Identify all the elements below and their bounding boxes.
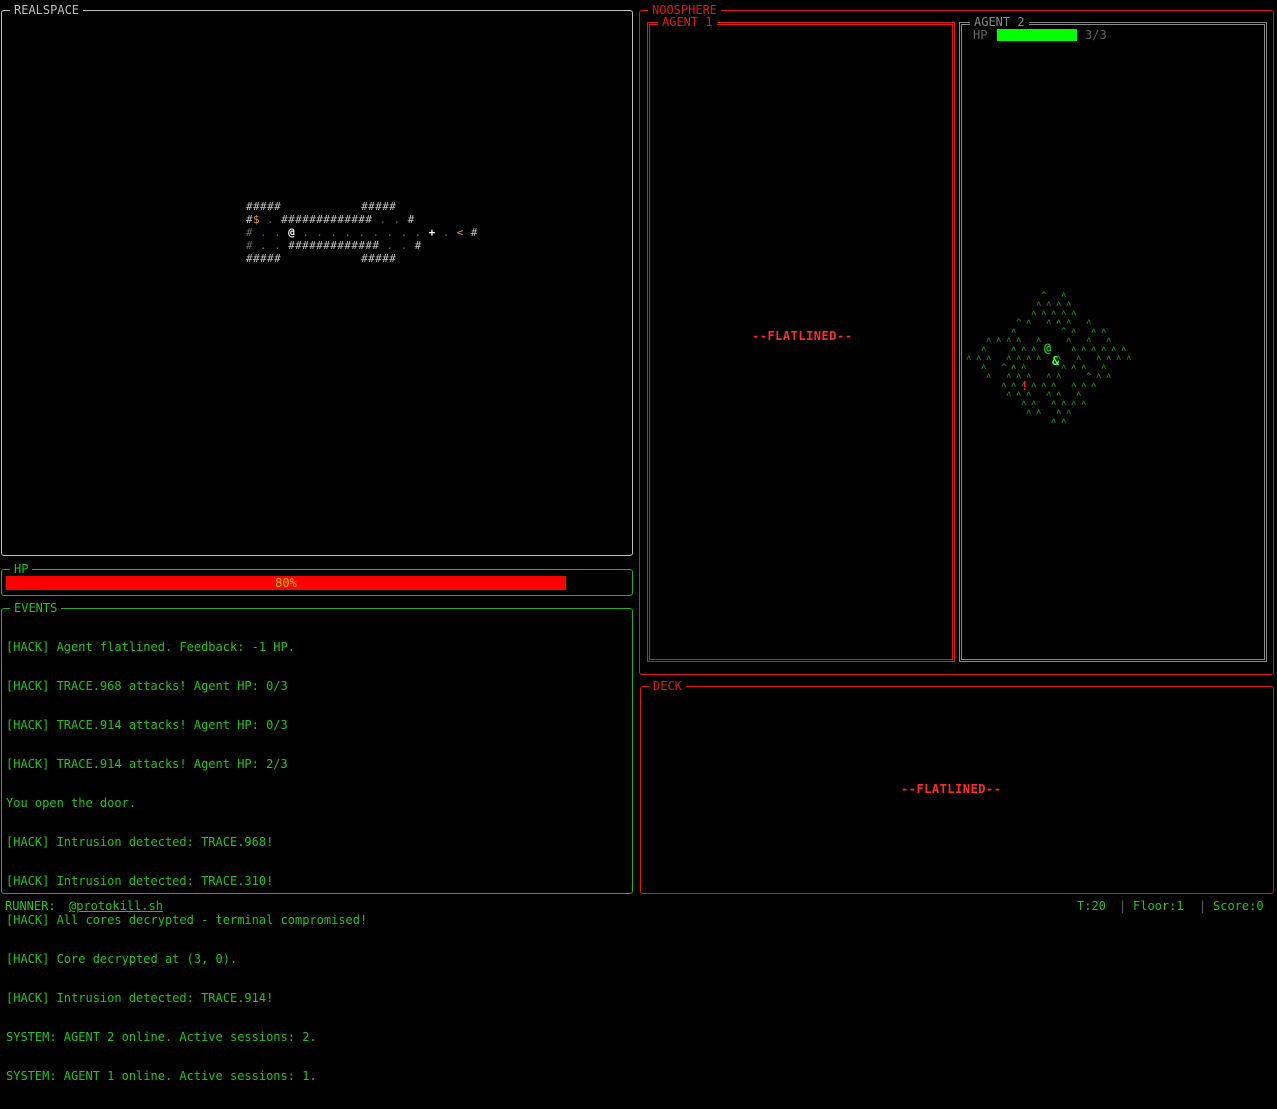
noosphere-node: ˄ <box>1081 381 1087 391</box>
deck-flatlined: --FLATLINED-- <box>901 782 1002 796</box>
noosphere-node: ˄ <box>966 354 972 364</box>
log-line: [HACK] Intrusion detected: TRACE.968! <box>6 835 274 849</box>
separator: | <box>1119 899 1127 913</box>
hp-percent: 80% <box>275 576 297 590</box>
log-line: [HACK] Intrusion detected: TRACE.914! <box>6 991 274 1005</box>
map-row-5: ##### ##### <box>246 252 397 265</box>
hp-panel: HP 80% <box>1 562 633 596</box>
noosphere-node: ˄ <box>1026 318 1032 328</box>
log-line: [HACK] All cores decrypted - terminal co… <box>6 913 368 927</box>
agent2-avatar: @ <box>1044 341 1052 355</box>
noosphere-node: ˄ <box>1061 417 1067 427</box>
noosphere-node: ˄ <box>1031 381 1037 391</box>
noosphere-node: ˄ <box>1061 363 1067 373</box>
log-line: SYSTEM: AGENT 1 online. Active sessions:… <box>6 1069 317 1083</box>
noosphere-panel: NOOSPHERE AGENT 1 --FLATLINED-- AGENT 2 … <box>639 3 1274 675</box>
hp-bar: 80% <box>6 576 566 590</box>
noosphere-node: ˄ <box>1081 345 1087 355</box>
noosphere-node: ˄ <box>1056 372 1062 382</box>
noosphere-node: ˄ <box>1006 390 1012 400</box>
gold-item[interactable]: $ <box>253 213 260 226</box>
floor-counter: Floor:1 <box>1133 899 1184 913</box>
agent2-noosphere-field: ^ ˄ ˄ ˄ ˄ ˄ ˄ ˄ ˄ ˄ ˄ ^ ˄ ˄ ˄ ˄ ˄ ˄ ^ ˄ ˄ ˄ ˄ ˄ ˄ ˄ ˄ ˄ ˄ ˄ ˄ ˄ ˄ ˄ ˄ ˄ ˄ ˄ ˄ ˄… <box>962 25 1264 659</box>
noosphere-node: ˄ <box>1116 354 1122 364</box>
noosphere-node: ˄ <box>996 336 1002 346</box>
event-log: [HACK] Agent flatlined. Feedback: -1 HP.… <box>6 615 367 1109</box>
noosphere-node: ˄ <box>1051 417 1057 427</box>
score-counter: Score:0 <box>1213 899 1264 913</box>
noosphere-node: ˄ <box>1066 408 1072 418</box>
noosphere-node: ˄ <box>1071 399 1077 409</box>
agent1-flatlined: --FLATLINED-- <box>752 329 853 343</box>
log-line: [HACK] TRACE.914 attacks! Agent HP: 0/3 <box>6 718 288 732</box>
noosphere-node: ˄ <box>986 354 992 364</box>
map-row-4: # . . ############# . . # <box>246 239 422 252</box>
log-line: [HACK] Agent flatlined. Feedback: -1 HP. <box>6 640 295 654</box>
noosphere-node: ˄ <box>1071 363 1077 373</box>
log-line: [HACK] TRACE.968 attacks! Agent HP: 0/3 <box>6 679 288 693</box>
noosphere-node: ˄ <box>1046 318 1052 328</box>
log-line: [HACK] TRACE.914 attacks! Agent HP: 2/3 <box>6 757 288 771</box>
events-panel: EVENTS [HACK] Agent flatlined. Feedback:… <box>1 601 633 1083</box>
runner-label: RUNNER: <box>5 899 56 913</box>
noosphere-node: ^ <box>1016 318 1022 328</box>
noosphere-node: ˄ <box>1106 372 1112 382</box>
noosphere-node: ˄ <box>1081 399 1087 409</box>
noosphere-node: ˄ <box>1036 354 1042 364</box>
status-bar: RUNNER: @protokill.sh T:20 | Floor:1 | S… <box>0 899 1277 914</box>
door[interactable]: + <box>429 226 436 239</box>
agent2-companion: & <box>1052 354 1060 368</box>
noosphere-node: ˄ <box>1026 354 1032 364</box>
log-line: [HACK] Core decrypted at (3, 0). <box>6 952 238 966</box>
turn-counter: T:20 <box>1077 899 1106 913</box>
events-title: EVENTS <box>10 601 62 615</box>
hp-title: HP <box>10 562 33 576</box>
noosphere-node: ˄ <box>1031 309 1037 319</box>
stairs-up[interactable]: < <box>457 226 464 239</box>
noosphere-node: ˄ <box>986 336 992 346</box>
agent2-panel[interactable]: AGENT 2 HP 3/3 ^ ˄ ˄ ˄ ˄ ˄ ˄ ˄ ˄ ˄ ˄ ^ ˄ ˄ ˄ ˄ ˄ ˄ ^ ˄ ˄ ˄ ˄ ˄ ˄… <box>959 15 1267 662</box>
agent1-title: AGENT 1 <box>658 15 717 29</box>
deck-panel: DECK --FLATLINED-- <box>640 679 1274 894</box>
realspace-panel: REALSPACE ##### ##### #$ . ############# … <box>1 3 633 556</box>
agent1-panel[interactable]: AGENT 1 --FLATLINED-- <box>647 15 955 662</box>
noosphere-node: ˄ <box>1071 327 1077 337</box>
map-row-2: #$ . ############# . . # <box>246 213 415 226</box>
noosphere-node: ˄ <box>1071 309 1077 319</box>
noosphere-node: ˄ <box>1036 408 1042 418</box>
noosphere-node: ˄ <box>1091 327 1097 337</box>
map-row-3: # . . @ . . . . . . . . . + . < # <box>246 226 478 239</box>
noosphere-node: ˄ <box>1026 408 1032 418</box>
noosphere-node: ˄ <box>1091 381 1097 391</box>
noosphere-node: ˄ <box>1106 354 1112 364</box>
noosphere-node: ˄ <box>986 372 992 382</box>
noosphere-node: ˄ <box>1096 372 1102 382</box>
health-potion-item[interactable]: ! <box>1021 380 1028 393</box>
log-line: You open the door. <box>6 796 137 810</box>
separator: | <box>1199 899 1207 913</box>
map-row-1: ##### ##### <box>246 200 397 213</box>
noosphere-node: ˄ <box>1126 354 1132 364</box>
log-line: SYSTEM: AGENT 2 online. Active sessions:… <box>6 1030 317 1044</box>
log-line: [HACK] Intrusion detected: TRACE.310! <box>6 874 274 888</box>
noosphere-node: ˄ <box>1036 336 1042 346</box>
realspace-title: REALSPACE <box>10 3 84 17</box>
runner-name-link[interactable]: @protokill.sh <box>69 899 163 914</box>
deck-title: DECK <box>649 679 686 693</box>
